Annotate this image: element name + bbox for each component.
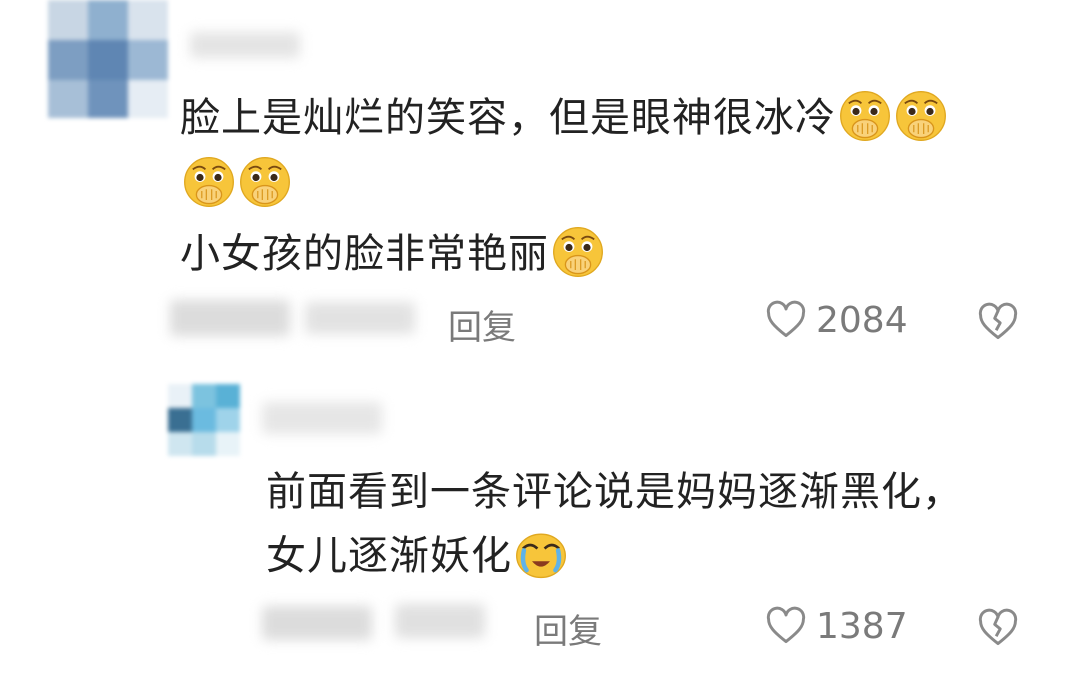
like-count: 2084 <box>816 299 908 341</box>
comment-emoji-line <box>180 152 292 216</box>
comment-text: 女儿逐渐妖化 <box>266 524 568 588</box>
username-blurred[interactable] <box>262 402 382 434</box>
location-blurred <box>305 302 415 334</box>
broken-heart-icon[interactable] <box>975 300 1021 344</box>
crying-face-emoji <box>516 533 566 579</box>
comment-line: 脸上是灿烂的笑容，但是眼神很冰冷 <box>180 95 836 141</box>
hand-over-mouth-emoji <box>840 91 890 141</box>
heart-outline-icon <box>766 300 806 338</box>
comment-text: 前面看到一条评论说是妈妈逐渐黑化， <box>266 460 963 524</box>
like-button[interactable]: 2084 <box>764 298 908 342</box>
reply-button[interactable]: 回复 <box>448 300 516 349</box>
comment-line: 女儿逐渐妖化 <box>266 533 512 579</box>
heart-outline-icon <box>766 606 806 644</box>
timestamp-blurred <box>262 606 372 640</box>
like-count: 1387 <box>816 605 908 647</box>
like-button[interactable]: 1387 <box>764 604 908 648</box>
avatar[interactable] <box>168 384 240 456</box>
timestamp-blurred <box>170 300 290 336</box>
location-blurred <box>395 604 485 638</box>
comment-line: 小女孩的脸非常艳丽 <box>180 231 549 277</box>
comment-line: 前面看到一条评论说是妈妈逐渐黑化， <box>266 469 963 515</box>
broken-heart-icon[interactable] <box>975 606 1021 650</box>
comment-text: 脸上是灿烂的笑容，但是眼神很冰冷 <box>180 86 948 150</box>
comment-text: 小女孩的脸非常艳丽 <box>180 222 605 286</box>
username-blurred[interactable] <box>190 32 300 58</box>
hand-over-mouth-emoji <box>184 157 234 207</box>
avatar[interactable] <box>48 0 168 118</box>
hand-over-mouth-emoji <box>896 91 946 141</box>
hand-over-mouth-emoji <box>240 157 290 207</box>
hand-over-mouth-emoji <box>553 227 603 277</box>
reply-button[interactable]: 回复 <box>534 604 602 653</box>
